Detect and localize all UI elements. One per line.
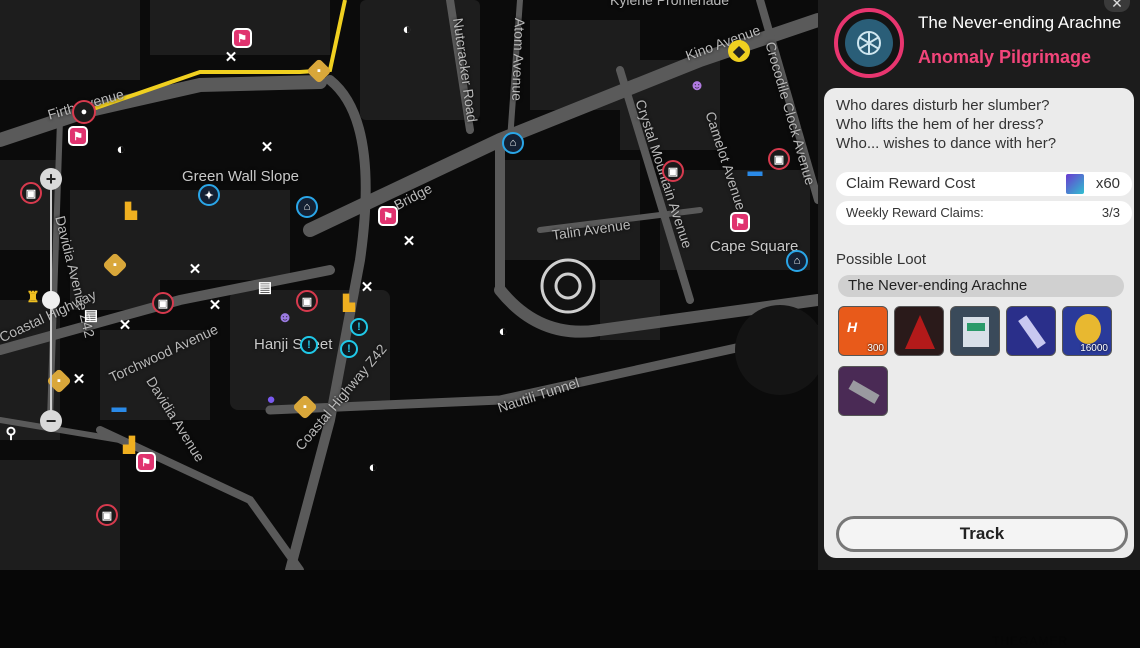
hollow-marker-icon[interactable]: ✕ <box>68 368 90 390</box>
store-icon[interactable]: ▤ <box>80 304 102 326</box>
claim-cost-row: Claim Reward Cost x60 <box>836 172 1132 196</box>
spider-emblem-icon <box>857 31 881 55</box>
fast-travel-icon[interactable]: ✦ <box>198 184 220 206</box>
commission-flag-icon[interactable]: ⚑ <box>378 206 398 226</box>
watermark: THEGAMER <box>992 634 1069 648</box>
description-line: Who lifts the hem of her dress? <box>836 116 1044 133</box>
place-label-green-wall-slope: Green Wall Slope <box>182 168 299 185</box>
gold-coin-icon[interactable]: 16000 <box>1062 306 1112 356</box>
loot-qty: 300 <box>867 343 884 354</box>
commission-flag-icon[interactable]: ⚑ <box>68 126 88 146</box>
agent-portrait-icon[interactable]: ☻ <box>274 306 296 328</box>
hollow-marker-icon[interactable]: ✕ <box>204 294 226 316</box>
commission-flag-icon[interactable]: ⚑ <box>232 28 252 48</box>
orb-icon[interactable]: ● <box>260 388 282 410</box>
hollow-marker-icon[interactable]: ✕ <box>356 276 378 298</box>
track-button[interactable]: Track <box>836 516 1128 552</box>
loot-qty: 16000 <box>1080 343 1108 354</box>
drill-bit-icon[interactable] <box>838 366 888 416</box>
fast-travel-icon[interactable]: ⌂ <box>296 196 318 218</box>
shop-icon[interactable]: ▣ <box>20 182 42 204</box>
place-label-cape-square: Cape Square <box>710 238 799 255</box>
quest-detail-panel: The Never-ending Arachne Anomaly Pilgrim… <box>818 0 1140 648</box>
fast-travel-icon[interactable]: ⌂ <box>502 132 524 154</box>
fast-travel-icon[interactable]: ⌂ <box>786 250 808 272</box>
close-icon[interactable]: ✕ <box>1104 0 1130 12</box>
possible-loot-heading: Possible Loot <box>836 251 927 268</box>
red-cloak-icon[interactable] <box>894 306 944 356</box>
hollow-entrance-icon <box>540 258 596 314</box>
hollow-marker-icon[interactable]: ✕ <box>398 230 420 252</box>
panel-header: The Never-ending Arachne Anomaly Pilgrim… <box>818 0 1140 88</box>
info-icon[interactable]: ! <box>300 336 318 354</box>
energy-ticket-icon <box>1066 174 1084 194</box>
claim-cost-value: x60 <box>1095 175 1120 192</box>
road-label: Atom Avenue <box>509 17 528 102</box>
pin-icon[interactable]: ⚲ <box>0 422 22 444</box>
vial-icon[interactable] <box>1006 306 1056 356</box>
hollow-marker-icon[interactable]: ✕ <box>184 258 206 280</box>
shop-icon[interactable]: ▣ <box>662 160 684 182</box>
shop-icon[interactable]: ▣ <box>96 504 118 526</box>
zoom-slider-handle[interactable] <box>42 291 60 309</box>
quest-type: Anomaly Pilgrimage <box>918 47 1092 67</box>
weekly-claims-value: 3/3 <box>1101 205 1120 220</box>
building-icon[interactable]: ▙ <box>120 200 142 222</box>
hollow-marker-icon[interactable]: ✕ <box>220 46 242 68</box>
place-label-hanji-street: Hanji Street <box>254 336 333 353</box>
car-icon[interactable]: ▬ <box>744 160 766 182</box>
shop-icon[interactable]: ▣ <box>296 290 318 312</box>
player-location-icon[interactable]: ● <box>72 100 96 124</box>
store-icon[interactable]: ▤ <box>254 276 276 298</box>
quest-description: Who dares disturb her slumber? Who lifts… <box>836 96 1126 153</box>
hunter-wengine-icon[interactable]: H 300 <box>838 306 888 356</box>
bangboo-icon[interactable]: ◐ <box>110 138 132 160</box>
zoom-out-button[interactable]: − <box>40 410 62 432</box>
bangboo-icon[interactable]: ◐ <box>362 456 384 478</box>
data-disk-icon[interactable] <box>950 306 1000 356</box>
car-icon[interactable]: ▬ <box>108 396 130 418</box>
shop-icon[interactable]: ▣ <box>152 292 174 314</box>
description-line: Who dares disturb her slumber? <box>836 97 1050 114</box>
bangboo-icon[interactable]: ◐ <box>396 18 418 40</box>
zoom-in-button[interactable]: + <box>40 168 62 190</box>
hollow-marker-icon[interactable]: ✕ <box>114 314 136 336</box>
bangboo-icon[interactable]: ◐ <box>492 320 514 342</box>
landmark-icon[interactable]: ♜ <box>22 286 44 308</box>
building-icon[interactable]: ▙ <box>338 292 360 314</box>
panel-body: Who dares disturb her slumber? Who lifts… <box>824 88 1134 648</box>
weekly-claims-label: Weekly Reward Claims: <box>846 205 984 220</box>
commission-flag-icon[interactable]: ⚑ <box>136 452 156 472</box>
hollow-marker-icon[interactable]: ✕ <box>256 136 278 158</box>
factory-icon[interactable]: ▟ <box>118 434 140 456</box>
quest-title: The Never-ending Arachne <box>918 13 1122 32</box>
commission-flag-icon[interactable]: ⚑ <box>730 212 750 232</box>
claim-cost-label: Claim Reward Cost <box>846 175 976 192</box>
quest-target-icon[interactable]: ◆ <box>728 40 750 62</box>
weekly-claims-row: Weekly Reward Claims: 3/3 <box>836 201 1132 225</box>
info-icon[interactable]: ! <box>340 340 358 358</box>
agent-portrait-icon[interactable]: ☻ <box>686 74 708 96</box>
description-line: Who... wishes to dance with her? <box>836 135 1057 152</box>
loot-set-name: The Never-ending Arachne <box>838 275 1124 297</box>
map-view[interactable]: Firth Avenue Davidia Avenue Z42 Coastal … <box>0 0 818 570</box>
road-label: Kylene Promenade <box>610 0 730 8</box>
quest-badge <box>834 8 904 78</box>
shop-icon[interactable]: ▣ <box>768 148 790 170</box>
info-icon[interactable]: ! <box>350 318 368 336</box>
